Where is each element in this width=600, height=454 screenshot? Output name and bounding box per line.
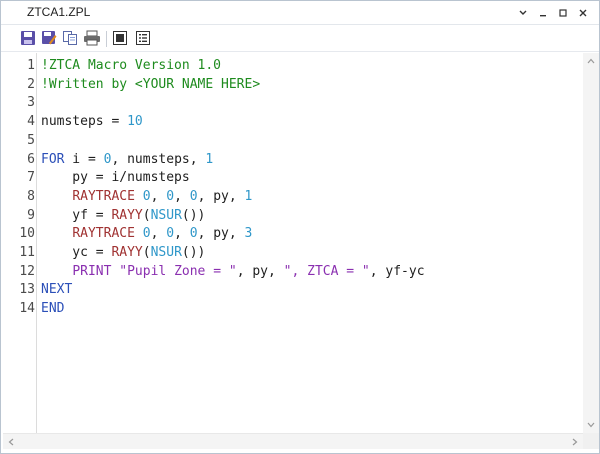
code-token: ,	[174, 188, 190, 204]
code-token: , py,	[236, 263, 284, 279]
code-token: !ZTCA Macro Version 1.0	[41, 58, 222, 73]
code-line[interactable]: NEXT	[41, 281, 72, 300]
window-title: ZTCA1.ZPL	[27, 5, 91, 19]
code-token: FOR	[41, 151, 65, 167]
line-number-gutter: 1 2 3 4 5 6 7 8 9 10 11 12 13 14	[3, 53, 37, 433]
code-token: 1	[205, 151, 214, 167]
code-line[interactable]: RAYTRACE 0, 0, 0, py, 3	[41, 225, 252, 244]
code-token: yc =	[41, 245, 112, 260]
code-token: RAYTRACE	[72, 188, 135, 204]
code-line[interactable]: yf = RAYY(NSUR())	[41, 207, 205, 226]
code-line[interactable]: RAYTRACE 0, 0, 0, py, 1	[41, 188, 252, 207]
restore-icon[interactable]	[555, 5, 571, 21]
toolbar-separator	[106, 31, 107, 47]
save-as-icon[interactable]	[40, 29, 58, 47]
line-number: 5	[27, 132, 35, 148]
vertical-scrollbar[interactable]	[583, 53, 599, 433]
code-editor[interactable]: 1 2 3 4 5 6 7 8 9 10 11 12 13 14 !ZTCA Macro Version …	[3, 53, 583, 433]
line-number: 6	[27, 151, 35, 167]
scroll-left-icon[interactable]	[3, 434, 19, 450]
view-icon[interactable]	[111, 29, 129, 47]
line-number: 11	[19, 245, 35, 260]
editor-window: ZTCA1.ZPL 1 2 3 4 5 6 7 8 9 10 11 12 13 …	[0, 0, 600, 454]
code-token: !Written by <YOUR NAME HERE>	[41, 76, 261, 92]
code-token: yf =	[41, 207, 112, 223]
code-token: 0	[166, 226, 175, 242]
code-token: 3	[244, 226, 253, 242]
line-numbers-icon[interactable]	[134, 29, 152, 47]
code-token: ,	[150, 226, 167, 242]
window-controls	[515, 5, 591, 21]
code-token: 0	[189, 226, 198, 242]
code-token: py = i/numsteps	[41, 170, 190, 186]
chevron-down-icon[interactable]	[515, 5, 531, 21]
code-token: 0	[166, 188, 175, 204]
code-token: 0	[189, 188, 198, 204]
line-number: 3	[27, 95, 35, 111]
line-number: 4	[27, 114, 35, 130]
code-line[interactable]: numsteps = 10	[41, 113, 143, 132]
code-token: RAYTRACE	[72, 226, 135, 242]
code-token: NSUR	[150, 207, 182, 223]
code-token: , numsteps,	[111, 151, 206, 167]
code-line[interactable]: FOR i = 0, numsteps, 1	[41, 151, 213, 170]
line-number: 10	[19, 226, 35, 242]
scroll-down-icon[interactable]	[583, 417, 599, 433]
code-token: , py,	[197, 226, 245, 242]
scroll-up-icon[interactable]	[583, 53, 599, 69]
code-token: RAYY	[111, 245, 143, 260]
code-token: RAYY	[111, 207, 143, 223]
line-number: 13	[19, 282, 35, 298]
code-line[interactable]: py = i/numsteps	[41, 169, 190, 188]
code-token: ())	[181, 245, 206, 260]
code-line[interactable]: !ZTCA Macro Version 1.0	[41, 57, 221, 76]
code-token: , yf-yc	[369, 263, 425, 279]
code-line[interactable]: END	[41, 300, 64, 319]
code-token: , py,	[197, 188, 245, 204]
minimize-icon[interactable]	[535, 5, 551, 21]
code-line[interactable]: PRINT "Pupil Zone = ", py, ", ZTCA = ", …	[41, 263, 425, 282]
line-number: 1	[27, 58, 35, 73]
code-token: numsteps =	[41, 114, 128, 130]
print-icon[interactable]	[83, 29, 101, 47]
close-icon[interactable]	[575, 5, 591, 21]
code-token: ", ZTCA = "	[283, 263, 370, 279]
line-number: 12	[19, 263, 35, 279]
code-token: 1	[244, 188, 253, 204]
code-token: 0	[142, 226, 151, 242]
title-bar: ZTCA1.ZPL	[1, 1, 599, 25]
copy-icon[interactable]	[61, 29, 79, 47]
scrollbar-corner	[583, 433, 599, 449]
toolbar	[1, 25, 599, 52]
scroll-right-icon[interactable]	[567, 434, 583, 450]
code-token: NSUR	[150, 245, 182, 260]
code-token: (	[142, 245, 151, 260]
code-token: 10	[127, 114, 143, 130]
code-token: 0	[142, 188, 151, 204]
code-token: ,	[150, 188, 167, 204]
code-token: NEXT	[41, 282, 73, 298]
code-token: i =	[64, 151, 104, 167]
code-line[interactable]: !Written by <YOUR NAME HERE>	[41, 76, 260, 95]
line-number: 9	[27, 207, 35, 223]
code-token: ,	[174, 226, 190, 242]
code-token: "Pupil Zone = "	[119, 263, 237, 279]
save-icon[interactable]	[19, 29, 37, 47]
code-line[interactable]: yc = RAYY(NSUR())	[41, 244, 205, 263]
line-number: 14	[19, 301, 35, 317]
code-token: (	[142, 207, 151, 223]
line-number: 7	[27, 170, 35, 186]
code-token: ())	[181, 207, 206, 223]
line-number: 2	[27, 76, 35, 92]
line-number: 8	[27, 188, 35, 204]
code-token: END	[41, 301, 65, 317]
horizontal-scrollbar[interactable]	[3, 433, 583, 449]
code-token: PRINT	[72, 263, 112, 279]
